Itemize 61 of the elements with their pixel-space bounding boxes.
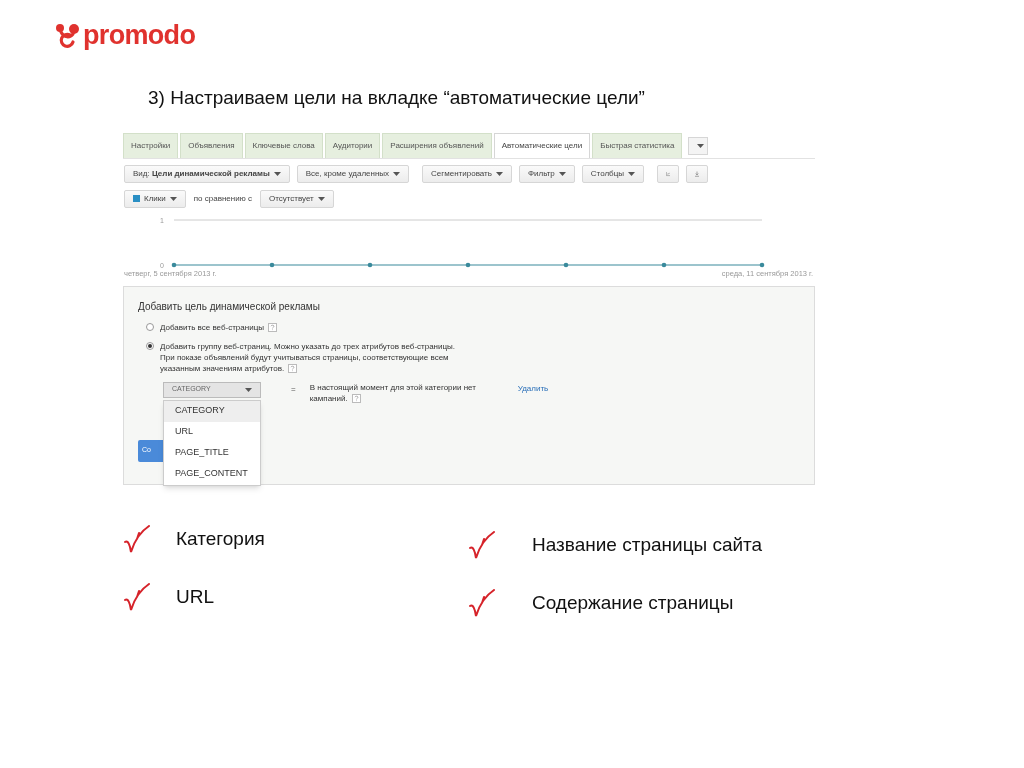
caret-icon bbox=[169, 196, 177, 201]
caret-icon bbox=[273, 171, 281, 176]
equals-sign: = bbox=[291, 383, 296, 396]
metric-swatch bbox=[133, 195, 140, 202]
check-mark-icon bbox=[468, 588, 496, 619]
chart-point bbox=[269, 262, 275, 267]
dropdown-option[interactable]: CATEGORY bbox=[164, 400, 260, 422]
tab[interactable]: Объявления bbox=[180, 132, 243, 158]
toolbar-dropdown[interactable]: Сегментировать bbox=[422, 164, 512, 183]
caret-icon bbox=[393, 171, 401, 176]
chart-point bbox=[171, 262, 177, 267]
caret-icon bbox=[628, 171, 635, 176]
checklist-text: Категория bbox=[176, 527, 265, 552]
tab[interactable]: Автоматические цели bbox=[493, 132, 591, 158]
chart-button[interactable] bbox=[657, 164, 679, 183]
dropdown-option[interactable]: PAGE_CONTENT bbox=[164, 463, 260, 485]
view-dropdown[interactable]: Вид: Цели динамической рекламы bbox=[124, 164, 290, 183]
caret-icon bbox=[317, 196, 325, 201]
radio-label: Добавить все веб-страницы bbox=[160, 321, 470, 333]
note-text: В настоящий момент для этой категории нет кампаний. bbox=[309, 381, 477, 404]
help-icon bbox=[351, 393, 361, 403]
logo-text: promodo bbox=[83, 22, 196, 49]
chart-point bbox=[563, 262, 569, 267]
tab[interactable]: Ключевые слова bbox=[244, 132, 323, 158]
chart-point bbox=[465, 262, 471, 267]
radio-button[interactable] bbox=[146, 322, 154, 331]
chart-point bbox=[367, 262, 373, 267]
toolbar-dropdown[interactable]: Фильтр bbox=[518, 164, 575, 183]
caret-icon bbox=[697, 143, 704, 148]
tab[interactable]: Аудитории bbox=[324, 132, 381, 158]
caret-icon bbox=[245, 387, 252, 392]
checklist-text: Содержание страницы bbox=[532, 591, 734, 616]
metric-dropdown[interactable]: Клики bbox=[124, 189, 186, 208]
toolbar-dropdown[interactable]: Все, кроме удаленных bbox=[296, 164, 410, 183]
help-icon bbox=[288, 363, 298, 373]
delete-link[interactable]: Удалить bbox=[517, 382, 549, 395]
checklist-text: Название страницы сайта bbox=[532, 533, 763, 558]
dropdown-option[interactable]: URL bbox=[164, 421, 260, 443]
tab[interactable]: Расширения объявлений bbox=[382, 132, 492, 158]
chart-point bbox=[759, 262, 765, 267]
compare-label: по сравнению с bbox=[193, 192, 252, 205]
tab[interactable]: Быстрая статистика bbox=[592, 132, 683, 158]
check-mark-icon bbox=[123, 582, 151, 613]
radio-button[interactable] bbox=[146, 341, 154, 350]
checklist-text: URL bbox=[176, 585, 214, 610]
caret-icon bbox=[495, 171, 503, 176]
caret-icon bbox=[558, 171, 566, 176]
compare-dropdown[interactable]: Отсутствует bbox=[259, 189, 334, 208]
chart-point bbox=[661, 262, 667, 267]
toolbar-dropdown[interactable]: Столбцы bbox=[581, 164, 644, 183]
tab[interactable]: Настройки bbox=[123, 132, 179, 158]
check-mark-icon bbox=[468, 530, 496, 561]
check-mark-icon bbox=[123, 524, 151, 555]
logo-icon bbox=[55, 22, 81, 49]
more-tabs-button[interactable] bbox=[688, 136, 709, 155]
form-title: Добавить цель динамической рекламы bbox=[138, 299, 321, 314]
download-button[interactable] bbox=[686, 164, 708, 183]
help-icon bbox=[267, 322, 277, 332]
dropdown-option[interactable]: PAGE_TITLE bbox=[164, 442, 260, 464]
slide-heading: 3) Настраиваем цели на вкладке “автоматические цели” bbox=[148, 86, 646, 110]
radio-label: Добавить группу веб-страниц. Можно указать до трех атрибутов веб-страницы. При показе объявлений будут учитываться страницы, соответствующие всем указанным значениям атрибутов. bbox=[160, 340, 457, 374]
